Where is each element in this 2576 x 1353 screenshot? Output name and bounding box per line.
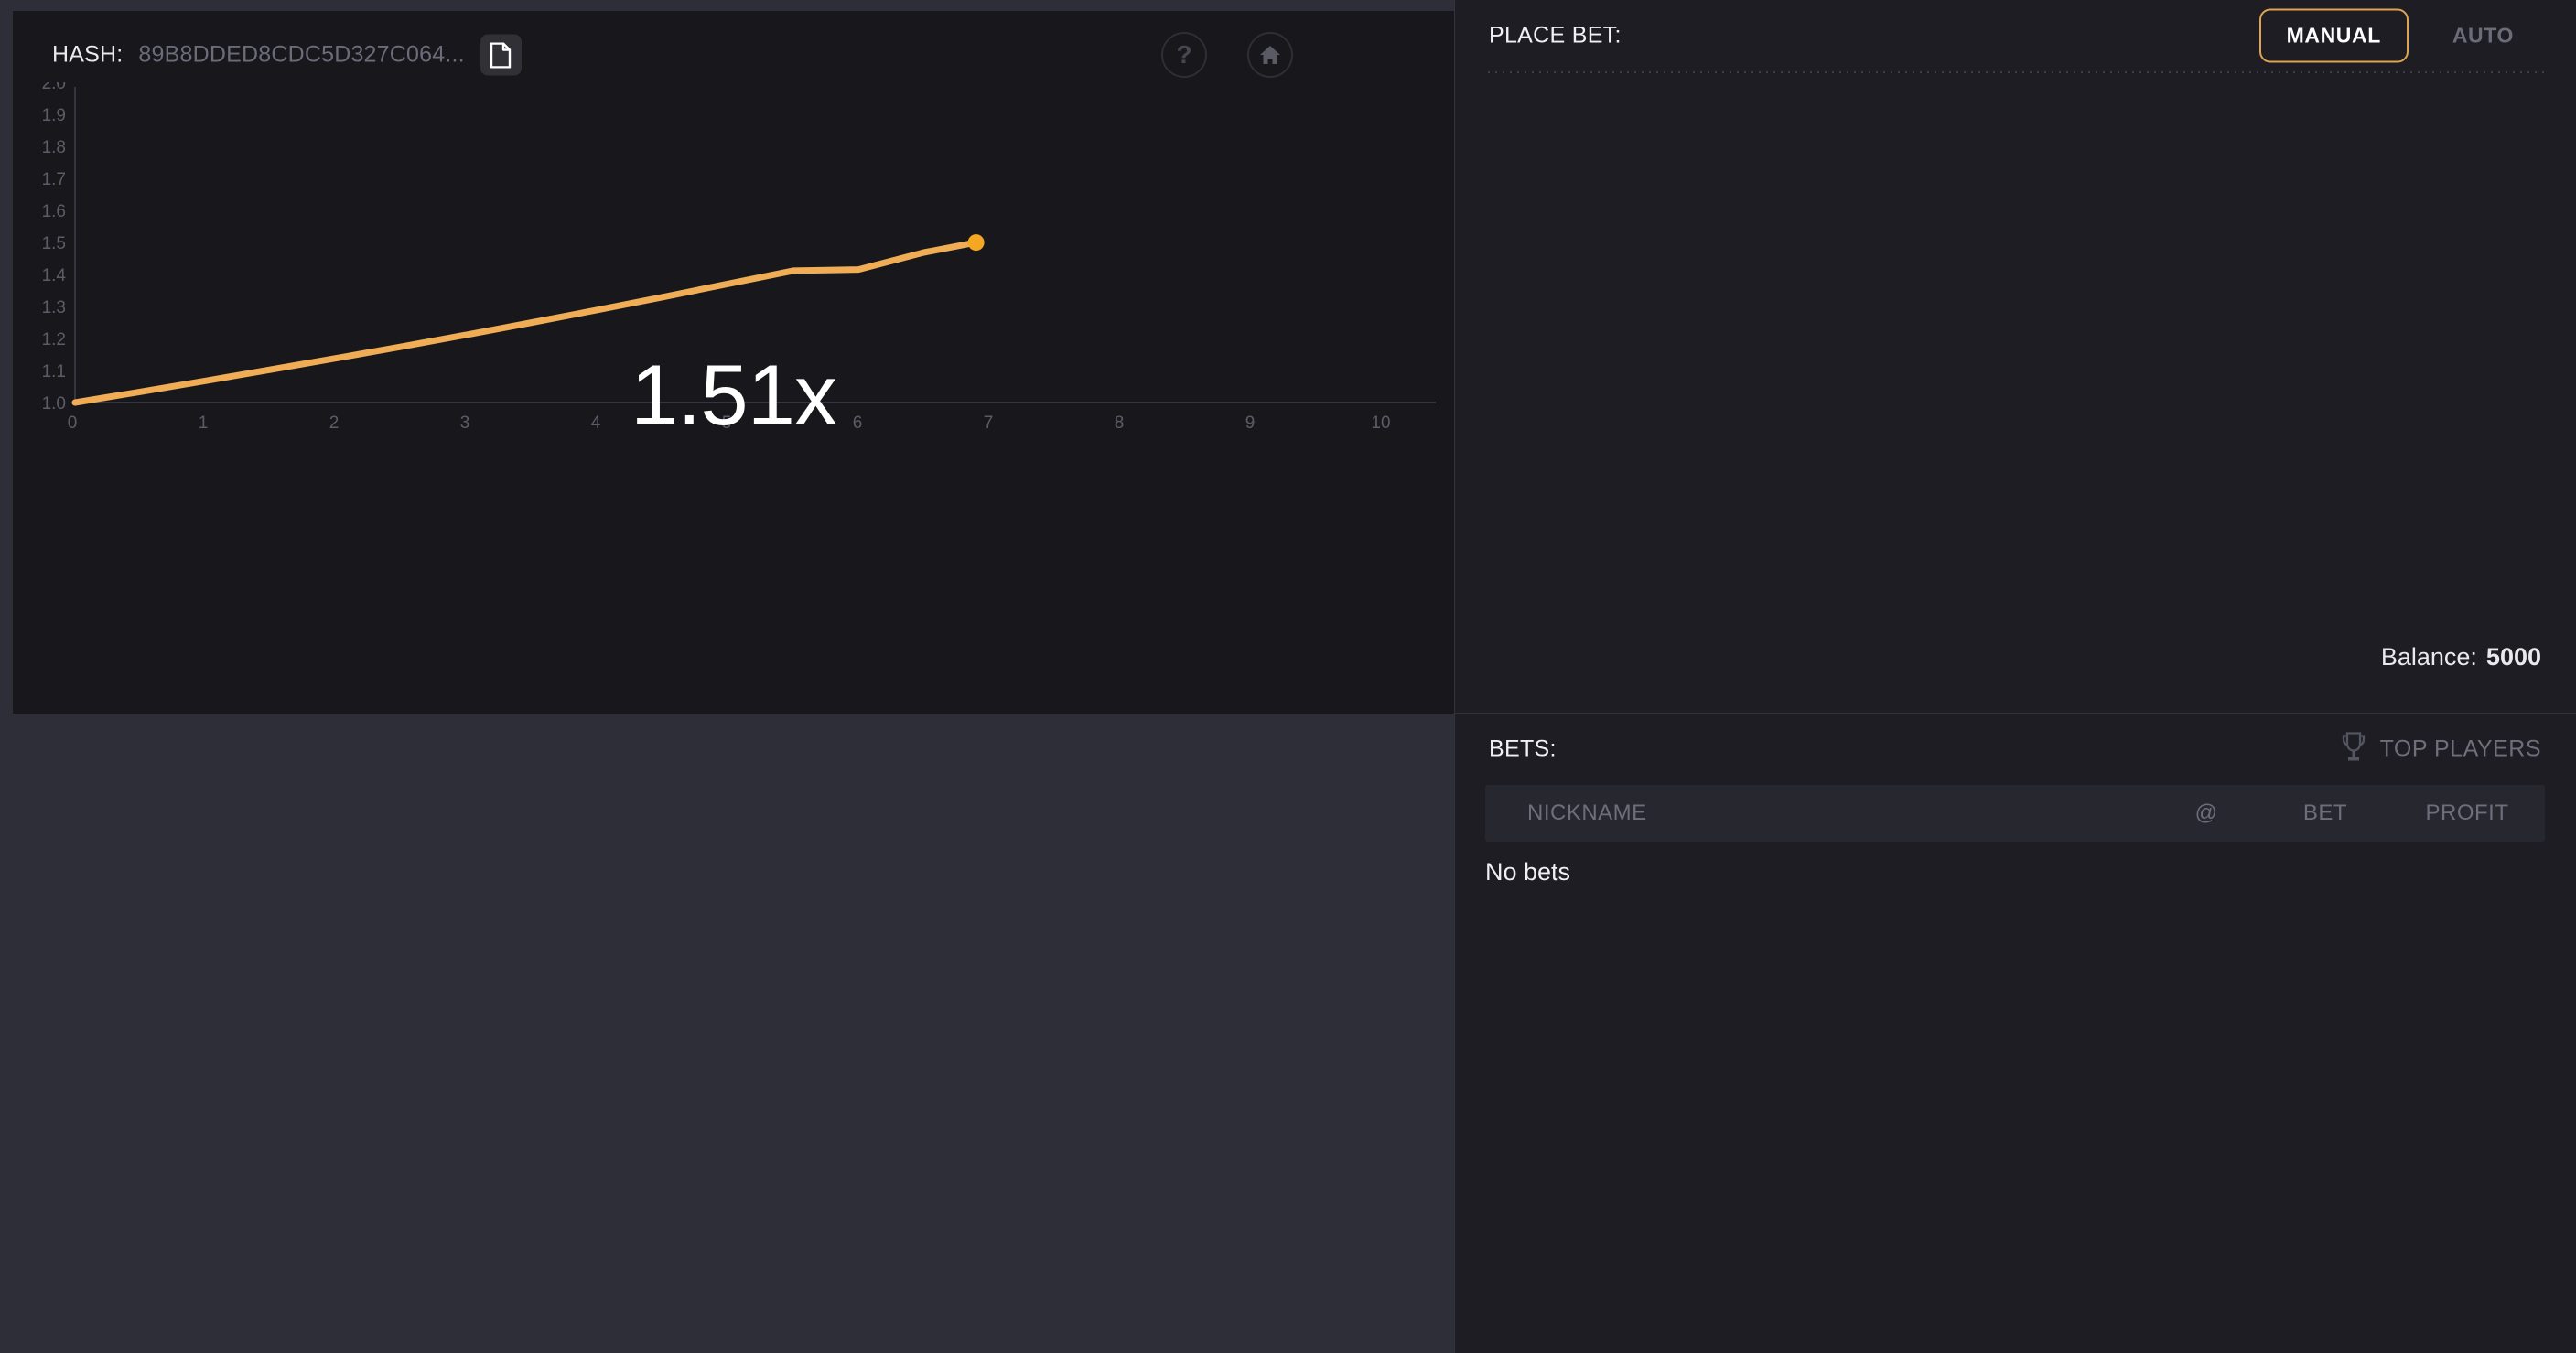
svg-text:1.1: 1.1 — [42, 362, 66, 381]
question-mark-glyph: ? — [1176, 40, 1192, 69]
bets-panel: BETS: TOP PLAYERS NICKNAME @ BET PROFIT … — [1454, 714, 2576, 1353]
svg-text:1.7: 1.7 — [42, 170, 66, 189]
bets-title: BETS: — [1489, 736, 1557, 762]
balance-value: 5000 — [2485, 643, 2541, 671]
column-profit: PROFIT — [2425, 800, 2509, 825]
svg-text:8: 8 — [1115, 413, 1125, 433]
hash-label: HASH: — [52, 41, 124, 68]
svg-text:4: 4 — [591, 413, 601, 433]
svg-text:1.5: 1.5 — [42, 234, 66, 253]
sidebar: PLACE BET: MANUAL AUTO Bet 10 Auto Cash … — [1454, 0, 2576, 1353]
home-icon[interactable] — [1247, 32, 1293, 78]
empty-state-text: No bets — [1485, 858, 1571, 886]
column-nickname: NICKNAME — [1527, 800, 1647, 825]
svg-text:5: 5 — [722, 413, 732, 433]
place-bet-panel: PLACE BET: MANUAL AUTO Bet 10 Auto Cash … — [1454, 0, 2576, 713]
game-panel: HASH: 89B8DDED8CDC5D327C064... ? 2.0 1.9… — [13, 11, 1454, 714]
svg-text:1.3: 1.3 — [42, 298, 66, 317]
place-bet-header: PLACE BET: MANUAL AUTO — [1454, 0, 2576, 71]
place-bet-title: PLACE BET: — [1489, 22, 1622, 48]
svg-text:6: 6 — [853, 413, 863, 433]
svg-text:1.8: 1.8 — [42, 138, 66, 157]
app-root: HASH: 89B8DDED8CDC5D327C064... ? 2.0 1.9… — [0, 0, 2576, 1353]
column-at: @ — [2194, 800, 2218, 825]
hash-value: 89B8DDED8CDC5D327C064... — [138, 41, 465, 68]
svg-text:3: 3 — [460, 413, 470, 433]
x-axis-labels: 0 1 2 3 4 5 6 7 8 9 10 — [68, 413, 1391, 433]
trophy-icon — [2340, 732, 2367, 768]
svg-text:2: 2 — [329, 413, 340, 433]
svg-text:0: 0 — [68, 413, 78, 433]
svg-text:2.0: 2.0 — [42, 82, 66, 93]
svg-text:1: 1 — [199, 413, 209, 433]
tab-manual[interactable]: MANUAL — [2258, 8, 2409, 63]
tab-auto[interactable]: AUTO — [2425, 9, 2541, 63]
top-players-button[interactable]: TOP PLAYERS — [2340, 732, 2541, 768]
bets-table-header: NICKNAME @ BET PROFIT — [1485, 785, 2545, 842]
multiplier-curve — [71, 239, 980, 406]
svg-text:1.4: 1.4 — [42, 266, 67, 285]
hash-block: HASH: 89B8DDED8CDC5D327C064... — [52, 34, 522, 76]
curve-head-point — [967, 234, 985, 252]
svg-text:9: 9 — [1245, 413, 1256, 433]
svg-text:7: 7 — [984, 413, 994, 433]
svg-text:1.0: 1.0 — [42, 394, 66, 413]
balance-label: Balance: — [2380, 643, 2477, 671]
chart-svg: 2.0 1.9 1.8 1.7 1.6 1.5 1.4 1.3 1.2 1.1 … — [42, 82, 1436, 433]
balance: Balance: 5000 — [2381, 643, 2541, 671]
bets-header: BETS: TOP PLAYERS — [1454, 714, 2576, 785]
svg-text:10: 10 — [1371, 413, 1390, 433]
svg-text:1.6: 1.6 — [42, 202, 66, 221]
top-players-label: TOP PLAYERS — [2379, 736, 2541, 762]
game-column: HASH: 89B8DDED8CDC5D327C064... ? 2.0 1.9… — [0, 0, 1454, 1353]
bet-mode-tabs: MANUAL AUTO — [2258, 8, 2541, 63]
document-icon[interactable] — [480, 34, 522, 76]
crash-chart: 2.0 1.9 1.8 1.7 1.6 1.5 1.4 1.3 1.2 1.1 … — [13, 82, 1454, 714]
y-axis-labels: 2.0 1.9 1.8 1.7 1.6 1.5 1.4 1.3 1.2 1.1 … — [42, 82, 67, 413]
game-topbar: HASH: 89B8DDED8CDC5D327C064... ? — [13, 11, 1454, 82]
header-divider — [1485, 71, 2545, 73]
svg-text:1.2: 1.2 — [42, 330, 66, 349]
help-icon[interactable]: ? — [1161, 32, 1207, 78]
bets-table: NICKNAME @ BET PROFIT No bets — [1485, 785, 2545, 886]
column-bet: BET — [2302, 800, 2348, 825]
svg-text:1.9: 1.9 — [42, 106, 66, 125]
